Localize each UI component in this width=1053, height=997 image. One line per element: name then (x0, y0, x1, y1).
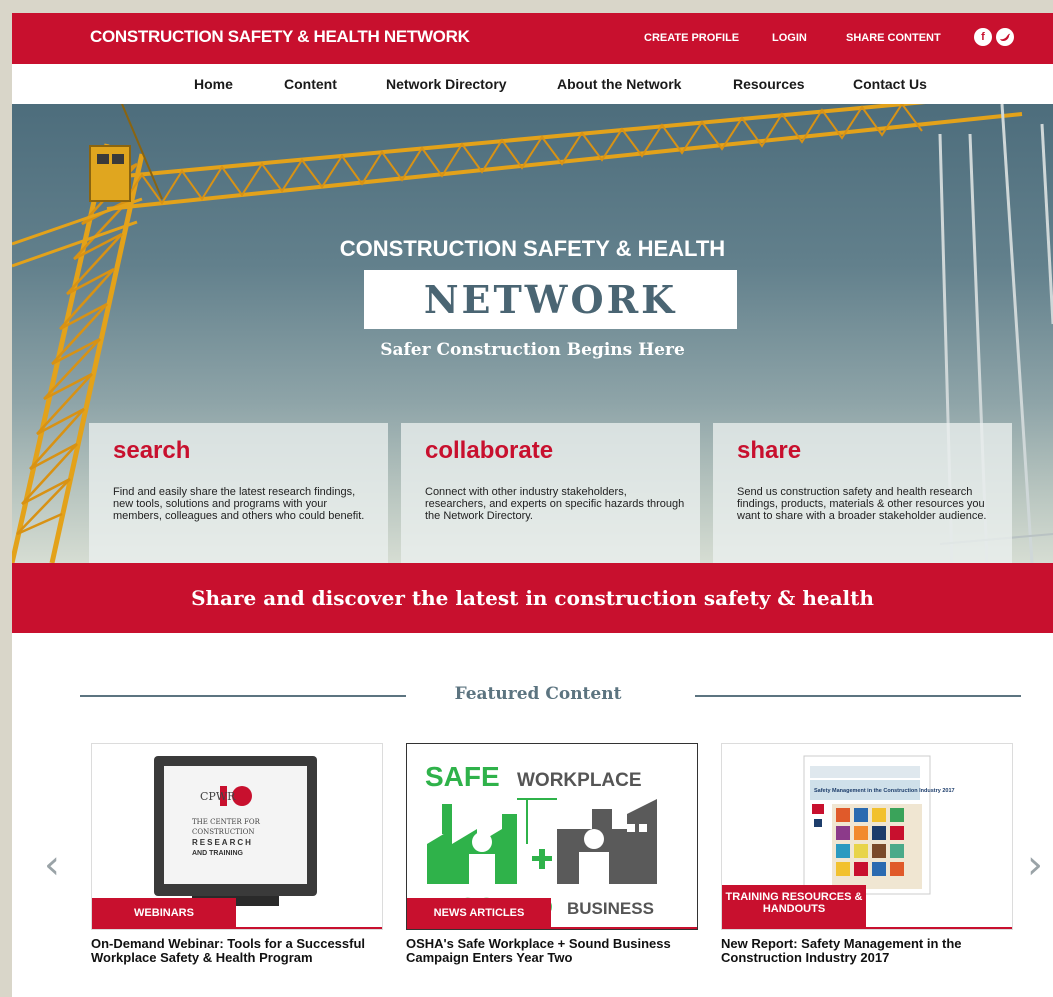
share-card-text: Send us construction safety and health r… (737, 486, 987, 522)
search-card-title: search (113, 437, 191, 464)
search-card[interactable]: search Find and easily share the latest … (89, 423, 388, 563)
twitter-bird-glyph (1000, 33, 1011, 41)
carousel-next-arrow[interactable]: › (1027, 842, 1043, 888)
page: CONSTRUCTION SAFETY & HEALTH NETWORK CRE… (12, 13, 1053, 997)
hero-section: CONSTRUCTION SAFETY & HEALTH NETWORK Saf… (12, 104, 1053, 563)
main-nav: Home Content Network Directory About the… (12, 64, 1053, 104)
hero-tagline: Safer Construction Begins Here (380, 340, 685, 360)
hero-title: CONSTRUCTION SAFETY & HEALTH (339, 236, 726, 261)
featured-card-webinar[interactable]: CPWR THE CENTER FOR CONSTRUCTION RESEARC… (91, 743, 383, 930)
nav-content[interactable]: Content (284, 76, 337, 92)
featured-heading: Featured Content (454, 684, 622, 704)
twitter-icon[interactable] (996, 28, 1014, 46)
hero-network-text: NETWORK (423, 277, 678, 322)
top-bar: CONSTRUCTION SAFETY & HEALTH NETWORK CRE… (12, 13, 1053, 64)
facebook-icon[interactable]: f (974, 28, 992, 46)
featured-caption-news[interactable]: OSHA's Safe Workplace + Sound Business C… (406, 937, 706, 965)
nav-network-directory[interactable]: Network Directory (386, 76, 507, 92)
collaborate-card-text: Connect with other industry stakeholders… (425, 486, 685, 522)
training-resources-label[interactable]: TRAINING RESOURCES & HANDOUTS (722, 885, 866, 929)
search-card-text: Find and easily share the latest researc… (113, 486, 365, 522)
collaborate-card-title: collaborate (425, 437, 554, 464)
nav-resources[interactable]: Resources (733, 76, 805, 92)
report-cover-title: Safety Management in the Construction In… (814, 788, 955, 794)
collaborate-card[interactable]: collaborate Connect with other industry … (401, 423, 700, 563)
share-card-title: share (737, 437, 802, 464)
facebook-glyph: f (981, 31, 985, 43)
featured-caption-webinar[interactable]: On-Demand Webinar: Tools for a Successfu… (91, 937, 391, 965)
site-logo-link[interactable]: CONSTRUCTION SAFETY & HEALTH NETWORK (90, 27, 470, 47)
banner-text: Share and discover the latest in constru… (191, 586, 874, 610)
featured-card-report[interactable]: Safety Management in the Construction In… (721, 743, 1013, 930)
news-articles-label[interactable]: NEWS ARTICLES (407, 898, 551, 929)
safe-text: SAFE (425, 761, 500, 792)
create-profile-link[interactable]: CREATE PROFILE (644, 32, 739, 44)
cpwr-line-1: THE CENTER FOR (192, 818, 261, 826)
cpwr-logo-text: CPWR (200, 790, 236, 803)
featured-card-news[interactable]: SAFE WORKPLACE SOUND BUSINESS NEWS ARTIC… (406, 743, 698, 930)
featured-divider-left (80, 695, 406, 697)
featured-divider-right (695, 695, 1021, 697)
nav-contact[interactable]: Contact Us (853, 76, 927, 92)
nav-home[interactable]: Home (194, 76, 233, 92)
nav-about[interactable]: About the Network (557, 76, 681, 92)
login-link[interactable]: LOGIN (772, 32, 807, 44)
share-card[interactable]: share Send us construction safety and he… (713, 423, 1012, 563)
business-text: BUSINESS (567, 899, 654, 918)
share-content-link[interactable]: SHARE CONTENT (846, 32, 941, 44)
cpwr-line-4: AND TRAINING (192, 850, 243, 857)
carousel-prev-arrow[interactable]: ‹ (44, 842, 60, 888)
workplace-text: WORKPLACE (517, 770, 642, 791)
red-banner: Share and discover the latest in constru… (12, 563, 1053, 633)
cpwr-line-2: CONSTRUCTION (192, 828, 255, 836)
cpwr-line-3: RESEARCH (192, 838, 253, 847)
featured-caption-report[interactable]: New Report: Safety Management in the Con… (721, 937, 1001, 965)
webinars-label[interactable]: WEBINARS (92, 898, 236, 929)
hero-network-box: NETWORK (364, 270, 737, 329)
